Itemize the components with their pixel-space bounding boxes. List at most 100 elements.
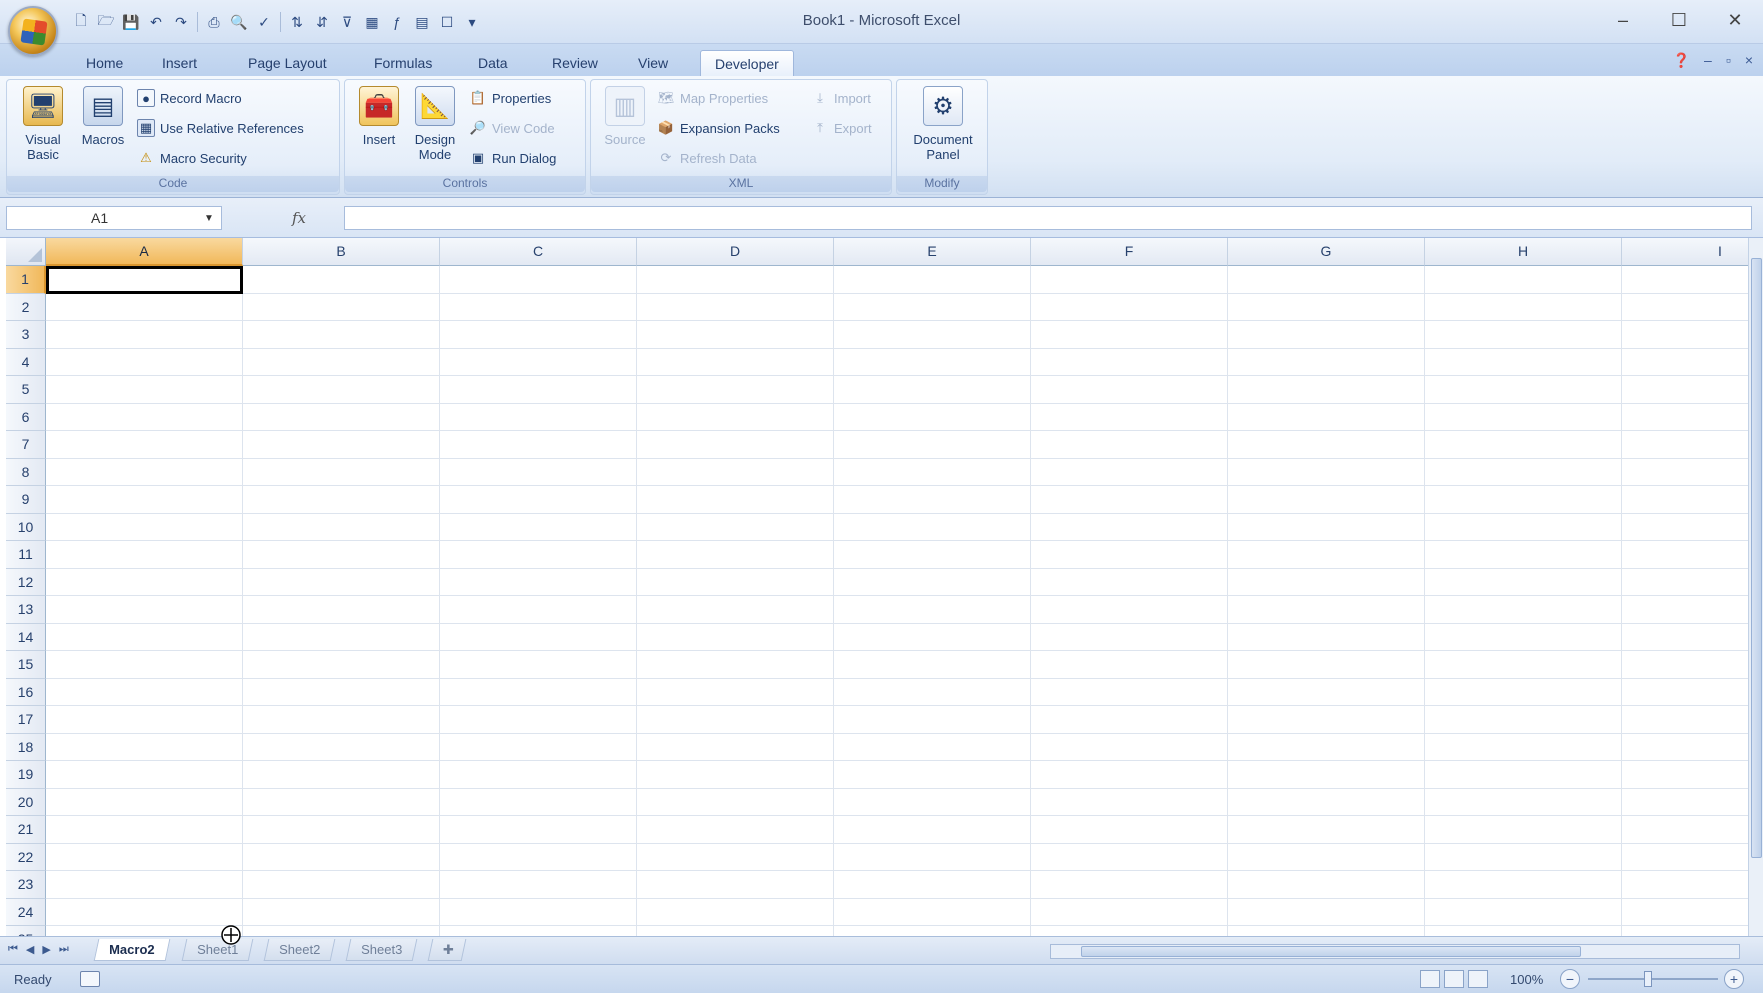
zoom-slider-thumb[interactable] (1644, 971, 1652, 987)
visual-basic-button[interactable]: 🖥 Visual Basic (15, 86, 71, 174)
column-header-d[interactable]: D (637, 238, 834, 266)
sheet-tab-sheet3[interactable]: Sheet3 (345, 939, 418, 961)
row-header-22[interactable]: 22 (6, 843, 46, 871)
tab-review[interactable]: Review (538, 50, 612, 76)
tab-insert[interactable]: Insert (148, 50, 211, 76)
insert-control-button[interactable]: 🧰 Insert (351, 86, 407, 174)
sheet-tab-macro2[interactable]: Macro2 (93, 939, 170, 961)
macro-security-button[interactable]: ⚠ Macro Security (137, 146, 247, 170)
row-header-3[interactable]: 3 (6, 321, 46, 349)
tab-formulas[interactable]: Formulas (360, 50, 446, 76)
horizontal-scroll-thumb[interactable] (1081, 946, 1581, 957)
row-header-10[interactable]: 10 (6, 513, 46, 541)
record-macro-button[interactable]: ● Record Macro (137, 86, 242, 110)
page-break-view-icon[interactable] (1468, 970, 1488, 988)
tab-view[interactable]: View (624, 50, 682, 76)
row-header-21[interactable]: 21 (6, 816, 46, 844)
row-header-17[interactable]: 17 (6, 706, 46, 734)
row-header-5[interactable]: 5 (6, 376, 46, 404)
column-header-e[interactable]: E (834, 238, 1031, 266)
row-header-20[interactable]: 20 (6, 788, 46, 816)
normal-view-icon[interactable] (1420, 970, 1440, 988)
macro-recording-icon[interactable] (80, 971, 100, 987)
row-header-6[interactable]: 6 (6, 403, 46, 431)
column-header-f[interactable]: F (1031, 238, 1228, 266)
sheet-tab-sheet1[interactable]: Sheet1 (181, 939, 254, 961)
insert-function-button[interactable]: fx (292, 209, 306, 227)
row-header-23[interactable]: 23 (6, 871, 46, 899)
row-header-25[interactable]: 25 (6, 926, 46, 936)
xml-source-button[interactable]: ▥ Source (597, 86, 653, 174)
page-layout-view-icon[interactable] (1444, 970, 1464, 988)
ribbon-window-controls: ❓ – ▫ × (1673, 52, 1753, 69)
row-header-12[interactable]: 12 (6, 568, 46, 596)
document-panel-button[interactable]: ⚙ Document Panel (907, 86, 979, 174)
row-header-14[interactable]: 14 (6, 623, 46, 651)
worksheet-grid[interactable]: ABCDEFGHI 1 2 3 4 5 6 7 8 9 10 11 12 13 14 15 16 17 18 19 2… (0, 238, 1748, 936)
row-header-8[interactable]: 8 (6, 458, 46, 486)
row-header-1[interactable]: 1 (6, 266, 46, 294)
import-button[interactable]: ⤓ Import (811, 86, 871, 110)
sheet-tab-sheet2[interactable]: Sheet2 (263, 939, 336, 961)
row-header-9[interactable]: 9 (6, 486, 46, 514)
expansion-packs-button[interactable]: 📦 Expansion Packs (657, 116, 780, 140)
ribbon-restore-icon[interactable]: ▫ (1726, 52, 1731, 69)
column-header-c[interactable]: C (440, 238, 637, 266)
refresh-data-button[interactable]: ⟳ Refresh Data (657, 146, 757, 170)
column-gridline (1227, 266, 1228, 936)
minimize-button[interactable]: – (1595, 0, 1651, 40)
row-header-18[interactable]: 18 (6, 733, 46, 761)
column-header-h[interactable]: H (1425, 238, 1622, 266)
toolbox-icon: 🧰 (359, 86, 399, 126)
export-button[interactable]: ⤒ Export (811, 116, 871, 140)
design-mode-button[interactable]: 📐 Design Mode (407, 86, 463, 174)
zoom-out-button[interactable]: − (1560, 969, 1580, 989)
macros-button[interactable]: ▤ Macros (75, 86, 131, 174)
relative-references-button[interactable]: ▦ Use Relative References (137, 116, 304, 140)
row-header-19[interactable]: 19 (6, 761, 46, 789)
formula-input[interactable] (344, 206, 1752, 230)
row-header-15[interactable]: 15 (6, 651, 46, 679)
row-header-24[interactable]: 24 (6, 898, 46, 926)
vertical-scroll-thumb[interactable] (1751, 258, 1762, 858)
tab-developer[interactable]: Developer (700, 50, 794, 76)
properties-button[interactable]: 📋 Properties (469, 86, 551, 110)
tab-home[interactable]: Home (72, 50, 137, 76)
zoom-in-button[interactable]: + (1724, 969, 1744, 989)
close-button[interactable]: ✕ (1707, 0, 1763, 40)
column-header-g[interactable]: G (1228, 238, 1425, 266)
tab-page-layout[interactable]: Page Layout (234, 50, 341, 76)
tab-data[interactable]: Data (464, 50, 522, 76)
row-header-16[interactable]: 16 (6, 678, 46, 706)
ribbon-minimize-icon[interactable]: – (1704, 52, 1712, 69)
row-header-2[interactable]: 2 (6, 293, 46, 321)
row-header-13[interactable]: 13 (6, 596, 46, 624)
view-code-button[interactable]: 🔎 View Code (469, 116, 555, 140)
column-header-a[interactable]: A (46, 238, 243, 266)
row-header-11[interactable]: 11 (6, 541, 46, 569)
first-sheet-icon[interactable]: ⏮ (8, 943, 18, 956)
help-icon[interactable]: ❓ (1673, 52, 1690, 69)
insert-sheet-icon: ✚ (443, 941, 455, 957)
map-properties-button[interactable]: 🗺 Map Properties (657, 86, 768, 110)
insert-sheet-button[interactable]: ✚ (427, 939, 467, 961)
maximize-button[interactable]: ☐ (1651, 0, 1707, 40)
column-header-b[interactable]: B (243, 238, 440, 266)
column-header-i[interactable]: I (1622, 238, 1748, 266)
horizontal-scrollbar[interactable] (1050, 944, 1740, 959)
office-button[interactable] (8, 6, 58, 56)
row-header-7[interactable]: 7 (6, 431, 46, 459)
prev-sheet-icon[interactable]: ◀ (26, 943, 34, 956)
ribbon-close-icon[interactable]: × (1745, 52, 1753, 69)
last-sheet-icon[interactable]: ⏭ (59, 943, 69, 956)
run-dialog-button[interactable]: ▣ Run Dialog (469, 146, 556, 170)
vertical-scrollbar[interactable] (1748, 238, 1763, 936)
select-all-button[interactable] (6, 238, 46, 266)
name-box-dropdown-icon[interactable]: ▼ (204, 213, 214, 224)
row-header-4[interactable]: 4 (6, 348, 46, 376)
zoom-level[interactable]: 100% (1510, 972, 1543, 987)
zoom-slider[interactable] (1588, 978, 1718, 980)
next-sheet-icon[interactable]: ▶ (42, 943, 50, 956)
name-box[interactable]: A1 (6, 206, 222, 230)
active-cell[interactable] (46, 266, 243, 294)
